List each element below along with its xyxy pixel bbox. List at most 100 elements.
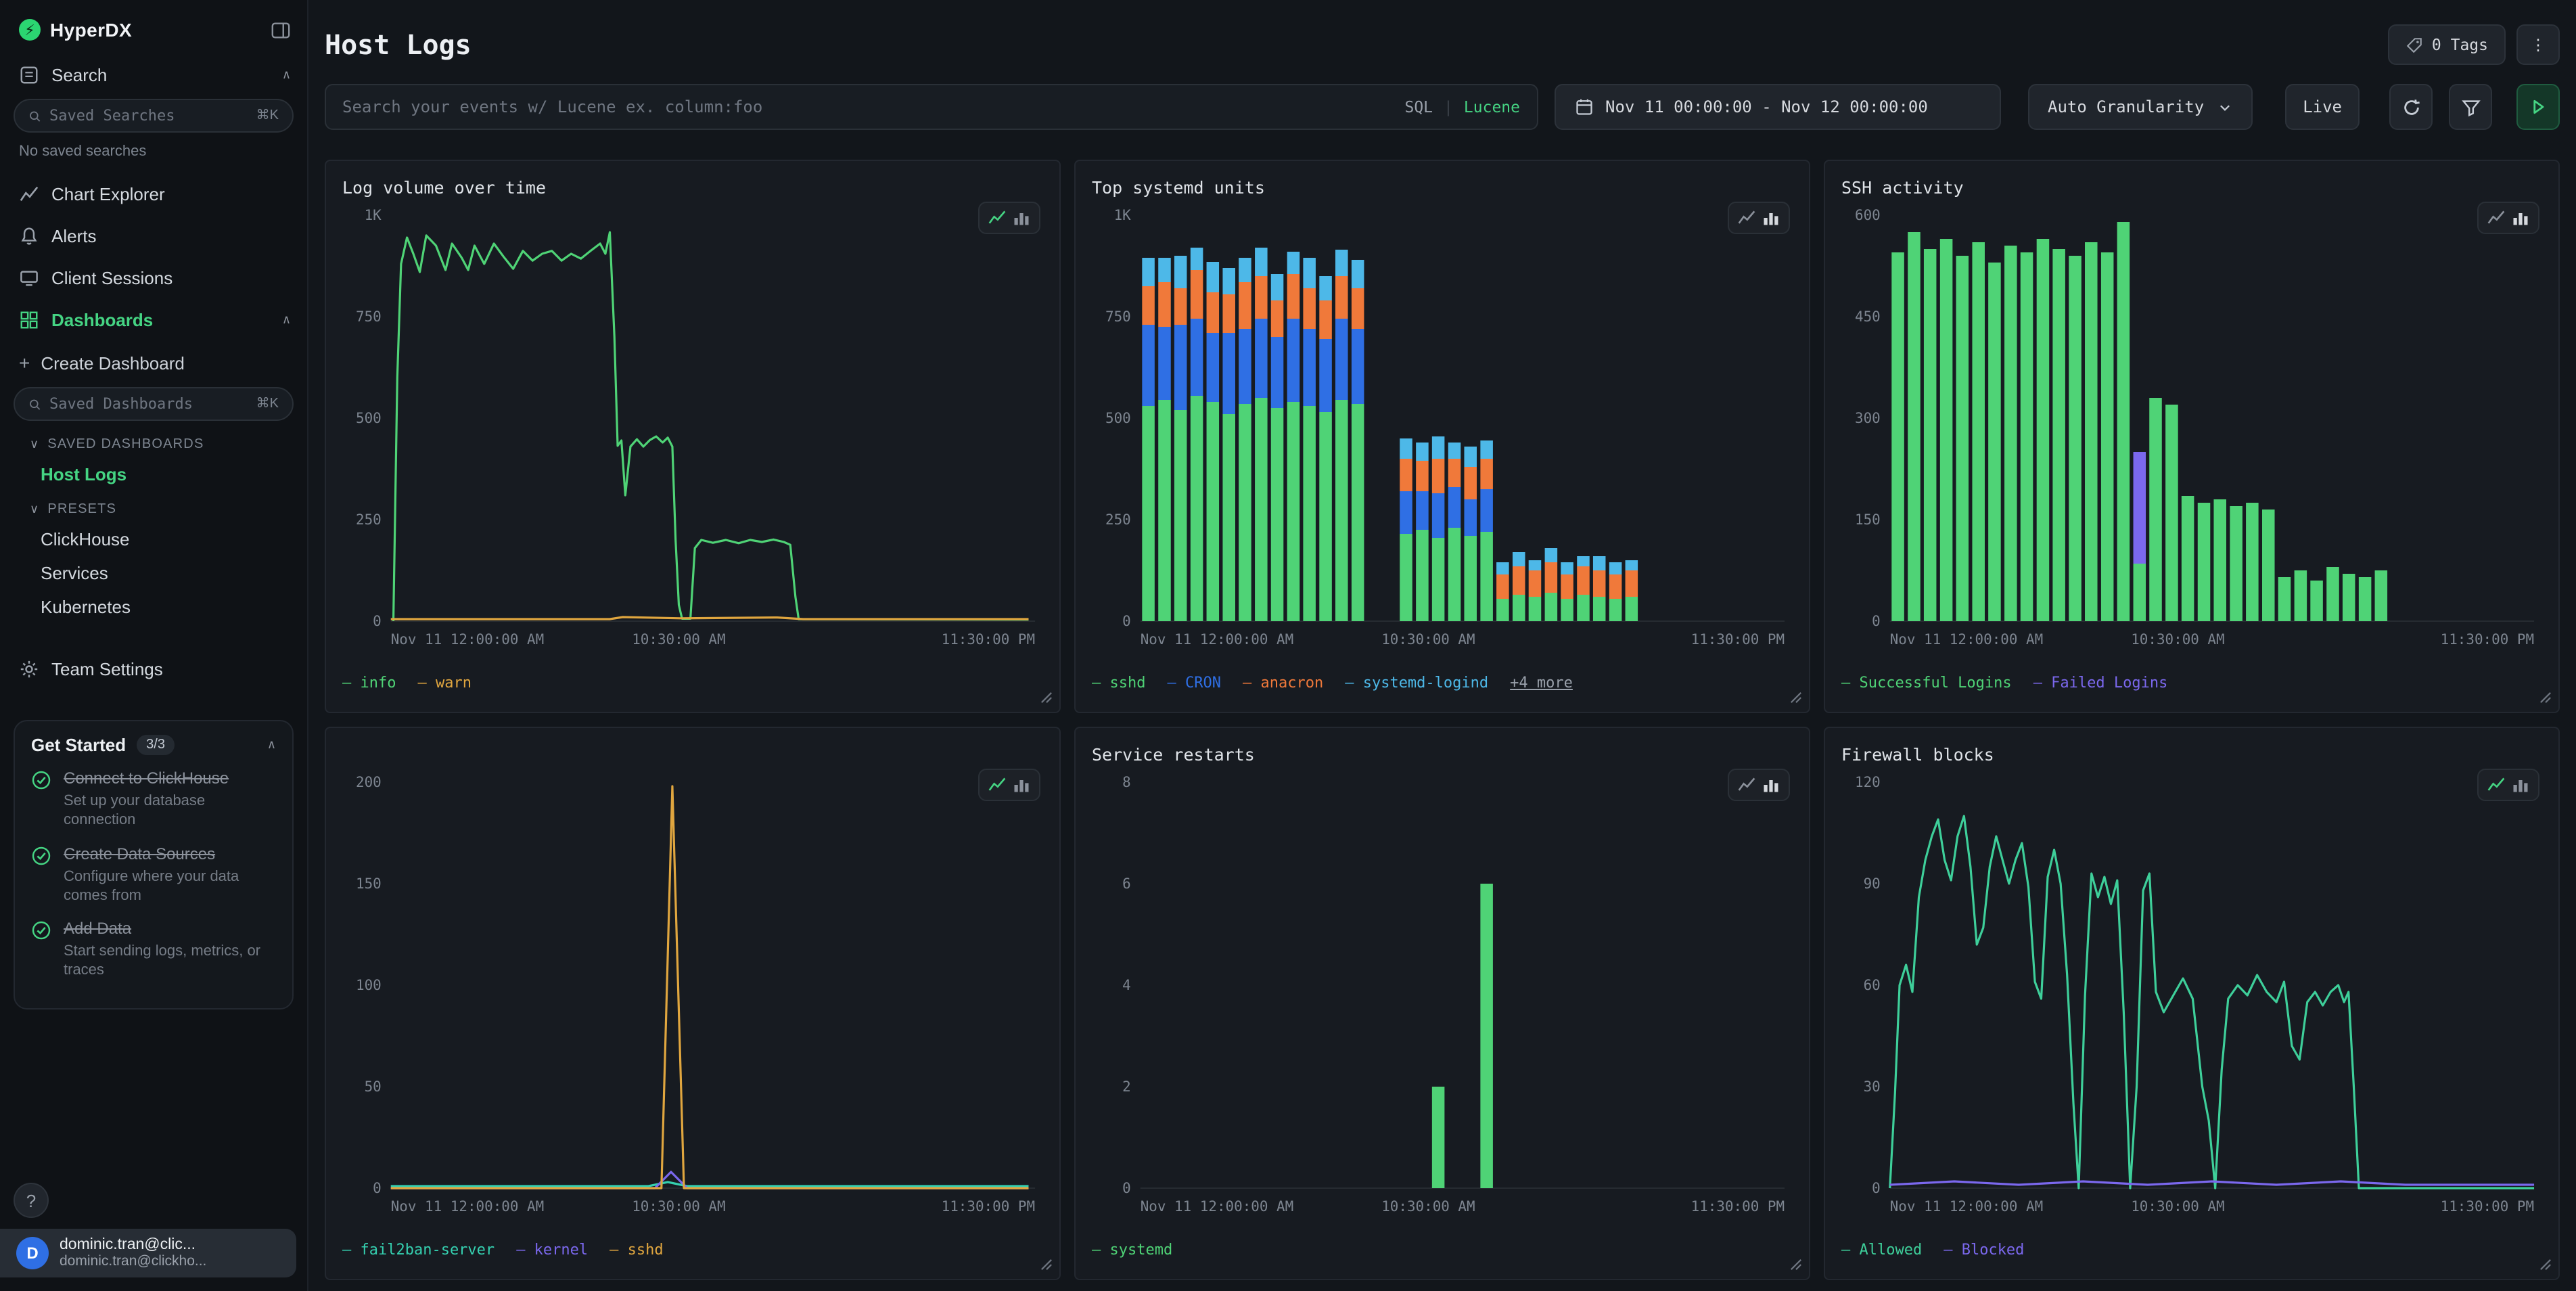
chart: 02468Nov 11 12:00:00 AM10:30:00 AM11:30:… <box>1092 771 1793 1221</box>
sidebar-item-services[interactable]: Services <box>0 556 307 590</box>
gear-icon <box>19 659 39 679</box>
line-chart-toggle-icon[interactable] <box>988 775 1007 794</box>
bar-chart-toggle-icon[interactable] <box>1012 775 1031 794</box>
filter-icon <box>2460 97 2481 117</box>
line-chart-toggle-icon[interactable] <box>1737 208 1756 227</box>
get-started-badge: 3/3 <box>137 735 175 755</box>
svg-text:0: 0 <box>1872 613 1881 629</box>
panel-resize-handle[interactable] <box>1790 692 1802 708</box>
help-button[interactable]: ? <box>14 1183 49 1218</box>
legend-item[interactable]: — Allowed <box>1841 1241 1922 1259</box>
panel-title <box>342 744 1043 771</box>
panel-resize-handle[interactable] <box>2539 692 2552 708</box>
sidebar-item-kubernetes[interactable]: Kubernetes <box>0 590 307 624</box>
svg-text:11:30:00 PM: 11:30:00 PM <box>1691 631 1785 648</box>
legend-item[interactable]: — CRON <box>1168 674 1222 692</box>
sidebar-item-alerts[interactable]: Alerts <box>0 215 307 257</box>
monitor-icon <box>19 268 39 288</box>
legend-more-link[interactable]: +4 more <box>1510 674 1573 692</box>
svg-text:100: 100 <box>356 977 382 993</box>
legend-item[interactable]: — sshd <box>1092 674 1146 692</box>
bar-chart-toggle-icon[interactable] <box>1762 775 1780 794</box>
get-started-item[interactable]: Create Data Sources Configure where your… <box>31 844 276 905</box>
svg-text:11:30:00 PM: 11:30:00 PM <box>2441 631 2534 648</box>
legend-item[interactable]: — info <box>342 674 396 692</box>
line-chart-toggle-icon[interactable] <box>1737 775 1756 794</box>
saved-searches-input[interactable] <box>49 107 248 124</box>
granularity-label: Auto Granularity <box>2048 97 2204 116</box>
get-started-header[interactable]: Get Started 3/3 ∧ <box>31 735 276 755</box>
legend-item[interactable]: — anacron <box>1243 674 1323 692</box>
svg-text:1K: 1K <box>365 207 382 223</box>
search-input[interactable] <box>342 97 1404 116</box>
legend-item[interactable]: — sshd <box>610 1241 664 1259</box>
bar-chart-toggle-icon[interactable] <box>2511 208 2530 227</box>
sql-toggle[interactable]: SQL <box>1404 97 1433 116</box>
line-chart-toggle-icon[interactable] <box>2487 775 2506 794</box>
live-button[interactable]: Live <box>2285 84 2360 130</box>
bar-chart-toggle-icon[interactable] <box>1012 208 1031 227</box>
kebab-icon: ⋮ <box>2531 35 2546 54</box>
saved-dashboards-section-header[interactable]: ∨ SAVED DASHBOARDS <box>0 426 307 457</box>
legend-item[interactable]: — kernel <box>516 1241 588 1259</box>
svg-text:750: 750 <box>356 309 382 325</box>
granularity-select[interactable]: Auto Granularity <box>2027 84 2253 130</box>
legend-item[interactable]: — Successful Logins <box>1841 674 2012 692</box>
panel-resize-handle[interactable] <box>1040 1259 1053 1275</box>
date-range-picker[interactable]: Nov 11 00:00:00 - Nov 12 00:00:00 <box>1554 84 2000 130</box>
legend-item[interactable]: — systemd <box>1092 1241 1172 1259</box>
sidebar: ⚡ HyperDX Search ∧ ⌘K No saved searches … <box>0 0 308 1291</box>
more-options-button[interactable]: ⋮ <box>2516 24 2560 65</box>
run-query-button[interactable] <box>2516 84 2560 130</box>
sidebar-item-dashboards[interactable]: Dashboards ∧ <box>0 299 307 341</box>
sidebar-item-chart-explorer[interactable]: Chart Explorer <box>0 173 307 215</box>
svg-text:10:30:00 AM: 10:30:00 AM <box>1381 1198 1475 1215</box>
legend-item[interactable]: — warn <box>418 674 472 692</box>
get-started-item[interactable]: Connect to ClickHouse Set up your databa… <box>31 769 276 830</box>
avatar: D <box>16 1237 49 1269</box>
panel-resize-handle[interactable] <box>1790 1259 1802 1275</box>
presets-section-header[interactable]: ∨ PRESETS <box>0 491 307 522</box>
line-chart-toggle-icon[interactable] <box>2487 208 2506 227</box>
legend-item[interactable]: — Blocked <box>1944 1241 2024 1259</box>
saved-dashboards-input[interactable] <box>49 395 248 413</box>
legend-item[interactable]: — Failed Logins <box>2033 674 2168 692</box>
get-started-item-title: Connect to ClickHouse <box>64 769 276 789</box>
bar-chart-toggle-icon[interactable] <box>1762 208 1780 227</box>
legend-item[interactable]: — systemd-logind <box>1345 674 1488 692</box>
lucene-toggle[interactable]: Lucene <box>1464 97 1520 116</box>
dashboard-panel: Firewall blocks0306090120Nov 11 12:00:00… <box>1824 727 2560 1280</box>
sidebar-item-client-sessions[interactable]: Client Sessions <box>0 257 307 299</box>
sidebar-item-clickhouse[interactable]: ClickHouse <box>0 522 307 556</box>
tags-button[interactable]: 0 Tags <box>2389 24 2506 65</box>
saved-dashboards-input-wrap[interactable]: ⌘K <box>14 387 294 421</box>
chart: 0306090120Nov 11 12:00:00 AM10:30:00 AM1… <box>1841 771 2542 1221</box>
event-search-box[interactable]: SQL | Lucene <box>325 84 1538 130</box>
user-name: dominic.tran@clic... <box>60 1237 206 1253</box>
line-chart-toggle-icon[interactable] <box>988 208 1007 227</box>
chevron-down-icon <box>2217 99 2232 114</box>
legend-item[interactable]: — fail2ban-server <box>342 1241 495 1259</box>
create-dashboard-button[interactable]: + Create Dashboard <box>0 341 307 384</box>
svg-text:11:30:00 PM: 11:30:00 PM <box>2441 1198 2534 1215</box>
panel-resize-handle[interactable] <box>1040 692 1053 708</box>
sidebar-item-host-logs[interactable]: Host Logs <box>0 457 307 491</box>
svg-text:Nov 11 12:00:00 AM: Nov 11 12:00:00 AM <box>391 1198 544 1215</box>
bar-chart-toggle-icon[interactable] <box>2511 775 2530 794</box>
chart-type-toggle <box>1728 769 1790 801</box>
refresh-button[interactable] <box>2389 84 2433 130</box>
svg-text:11:30:00 PM: 11:30:00 PM <box>1691 1198 1785 1215</box>
sidebar-collapse-icon[interactable] <box>271 20 291 40</box>
saved-searches-input-wrap[interactable]: ⌘K <box>14 99 294 133</box>
user-menu[interactable]: D dominic.tran@clic... dominic.tran@clic… <box>0 1229 296 1277</box>
get-started-item[interactable]: Add Data Start sending logs, metrics, or… <box>31 919 276 980</box>
sidebar-item-search[interactable]: Search ∧ <box>0 54 307 96</box>
chart-explorer-label: Chart Explorer <box>51 184 291 204</box>
panel-resize-handle[interactable] <box>2539 1259 2552 1275</box>
sidebar-item-team-settings[interactable]: Team Settings <box>0 648 307 690</box>
svg-text:1K: 1K <box>1114 207 1132 223</box>
svg-text:450: 450 <box>1855 309 1881 325</box>
chart: 050100150200Nov 11 12:00:00 AM10:30:00 A… <box>342 771 1043 1221</box>
filter-button[interactable] <box>2449 84 2492 130</box>
panel-title: Log volume over time <box>342 177 1043 204</box>
